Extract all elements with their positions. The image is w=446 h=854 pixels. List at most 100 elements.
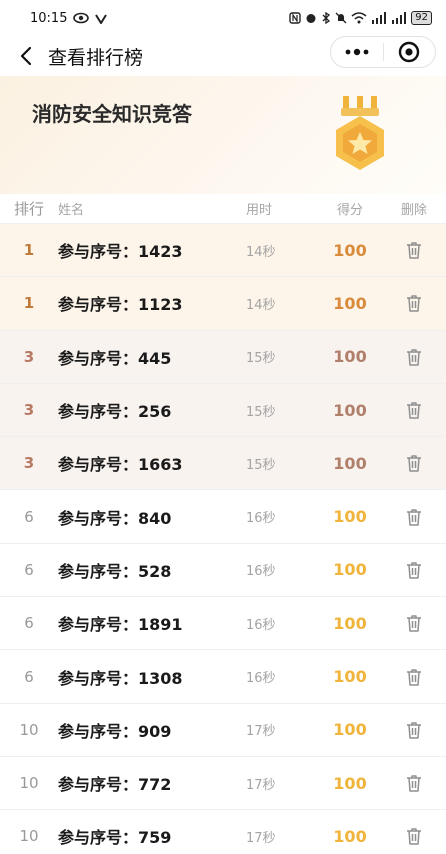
participant-name: 参与序号：1423: [58, 242, 183, 262]
rank-cell: 10: [19, 774, 39, 793]
trash-icon: [407, 348, 421, 366]
score-cell: 100: [333, 293, 367, 313]
time-cell: 14秒: [246, 244, 276, 260]
participant-name: 参与序号：1123: [58, 295, 183, 315]
delete-button[interactable]: [382, 613, 446, 633]
score-cell: 100: [333, 453, 367, 473]
medal-star-icon: [336, 96, 384, 170]
header-rank: 排行: [13, 200, 44, 218]
score-cell: 100: [333, 613, 367, 633]
table-row: 1 参与序号：1123 14秒 100: [0, 277, 446, 331]
time-cell: 16秒: [246, 511, 276, 527]
table-row: 6 参与序号：528 16秒 100: [0, 544, 446, 598]
rank-cell: 3: [23, 454, 35, 473]
score-cell: 100: [333, 240, 367, 260]
vpn-icon: [95, 14, 108, 24]
score-cell: 100: [333, 507, 367, 527]
bluetooth-icon: [322, 12, 331, 24]
table-row: 10 参与序号：772 17秒 100: [0, 757, 446, 811]
header-delete: 删除: [400, 203, 427, 218]
participant-name: 参与序号：772: [58, 775, 172, 795]
more-button[interactable]: [331, 37, 383, 67]
delete-button[interactable]: [382, 400, 446, 420]
score-cell: 100: [333, 667, 367, 687]
trash-icon: [407, 508, 421, 526]
delete-button[interactable]: [382, 240, 446, 260]
delete-button[interactable]: [382, 453, 446, 473]
nav-bar: 查看排行榜: [0, 36, 446, 76]
table-row: 6 参与序号：840 16秒 100: [0, 490, 446, 544]
table-row: 6 参与序号：1891 16秒 100: [0, 597, 446, 651]
rank-cell: 6: [24, 560, 34, 579]
ranking-list: 1 参与序号：1423 14秒 100 1 参与序号：1123 14秒 100 3 参与序号：44…: [0, 224, 446, 854]
header-score: 得分: [336, 203, 363, 218]
participant-name: 参与序号：1663: [58, 455, 183, 475]
delete-button[interactable]: [382, 293, 446, 313]
chevron-left-icon: [20, 46, 32, 66]
rank-cell: 1: [23, 241, 35, 260]
eye-icon: [73, 12, 90, 24]
trash-icon: [407, 828, 421, 846]
table-header: 排行 姓名 用时 得分 删除: [0, 194, 446, 224]
trash-icon: [407, 668, 421, 686]
time-cell: 16秒: [246, 671, 276, 687]
time-cell: 16秒: [246, 564, 276, 580]
rank-cell: 10: [19, 827, 39, 846]
header-time: 用时: [246, 203, 273, 218]
time-cell: 14秒: [246, 297, 276, 313]
status-left: 10:15: [30, 10, 108, 26]
quiz-banner: 消防安全知识竞答: [0, 76, 446, 194]
rank-cell: 6: [24, 507, 34, 526]
status-right: 92: [289, 11, 432, 25]
status-time: 10:15: [30, 10, 68, 26]
target-circle-icon: [399, 41, 420, 63]
delete-button[interactable]: [382, 720, 446, 740]
table-row: 3 参与序号：256 15秒 100: [0, 383, 446, 438]
status-bar: 10:15 92: [0, 0, 446, 36]
participant-name: 参与序号：759: [58, 828, 172, 848]
participant-name: 参与序号：256: [58, 402, 172, 422]
score-cell: 100: [333, 347, 367, 367]
time-cell: 15秒: [246, 457, 276, 473]
delete-button[interactable]: [382, 347, 446, 367]
table-row: 3 参与序号：445 15秒 100: [0, 330, 446, 384]
trash-icon: [407, 615, 421, 632]
delete-button[interactable]: [382, 507, 446, 527]
score-cell: 100: [333, 773, 367, 793]
rank-cell: 1: [23, 294, 35, 313]
trash-icon: [407, 722, 421, 739]
table-row: 6 参与序号：1308 16秒 100: [0, 650, 446, 704]
more-dots-icon: [345, 48, 369, 56]
rank-cell: 3: [23, 347, 35, 366]
rank-cell: 3: [23, 401, 35, 420]
delete-button[interactable]: [382, 667, 446, 687]
participant-name: 参与序号：840: [58, 508, 172, 528]
table-row: 10 参与序号：759 17秒 100: [0, 810, 446, 854]
trash-icon: [407, 402, 421, 419]
quiz-title: 消防安全知识竞答: [32, 102, 192, 126]
table-row: 3 参与序号：1663 15秒 100: [0, 437, 446, 491]
alarm-icon: [306, 14, 316, 23]
score-cell: 100: [333, 826, 367, 846]
delete-button[interactable]: [382, 773, 446, 793]
score-cell: 100: [333, 400, 367, 420]
delete-button[interactable]: [382, 826, 446, 846]
delete-button[interactable]: [382, 560, 446, 580]
trash-icon: [407, 562, 421, 579]
time-cell: 15秒: [246, 404, 276, 420]
close-miniprogram-button[interactable]: [384, 37, 436, 67]
nfc-icon: [289, 12, 301, 24]
participant-name: 参与序号：909: [58, 721, 172, 741]
mini-program-capsule: [330, 36, 436, 68]
back-button[interactable]: [14, 44, 38, 68]
table-row: 1 参与序号：1423 14秒 100: [0, 224, 446, 278]
time-cell: 17秒: [246, 724, 276, 740]
trash-icon: [407, 455, 421, 473]
mute-icon: [335, 12, 347, 24]
signal-icon: [372, 12, 387, 24]
participant-name: 参与序号：528: [58, 561, 172, 581]
trash-icon: [407, 295, 421, 313]
participant-name: 参与序号：445: [58, 348, 172, 368]
table-row: 10 参与序号：909 17秒 100: [0, 704, 446, 757]
time-cell: 17秒: [246, 830, 276, 846]
